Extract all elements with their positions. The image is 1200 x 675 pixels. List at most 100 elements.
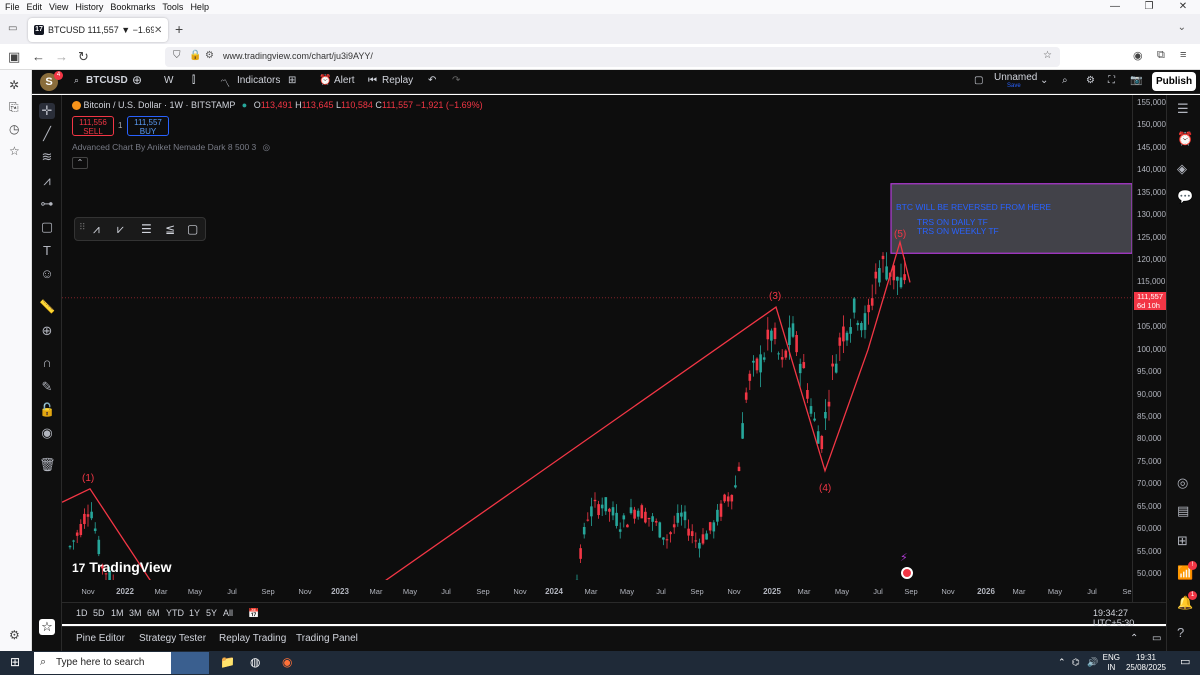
layout-name[interactable]: Unnamed bbox=[994, 72, 1037, 83]
fullscreen-icon[interactable]: ⛶ bbox=[1108, 75, 1115, 86]
icons-tool-icon[interactable]: ☺ bbox=[39, 266, 55, 281]
undo-icon[interactable]: ↶ bbox=[428, 75, 436, 86]
tab-trading-panel[interactable]: Trading Panel bbox=[296, 633, 358, 644]
expand-panel-icon[interactable]: ⌃ bbox=[1130, 633, 1138, 644]
remove-drawings-icon[interactable]: 🗑 bbox=[39, 457, 56, 473]
favorites-star-icon[interactable]: ☆ bbox=[39, 619, 55, 635]
replay-button[interactable]: Replay bbox=[382, 75, 413, 86]
tab-close-icon[interactable]: ✕ bbox=[154, 25, 162, 36]
indicator-legend[interactable]: Advanced Chart By Aniket Nemade Dark 8 5… bbox=[72, 142, 270, 153]
menu-edit[interactable]: Edit bbox=[27, 2, 43, 12]
file-explorer-icon[interactable]: 📁 bbox=[220, 655, 235, 669]
crosshair-icon[interactable]: ✛ bbox=[39, 103, 55, 119]
tray-overflow-icon[interactable]: ⌃ bbox=[1058, 657, 1066, 668]
lock-drawings-icon[interactable]: 🔓 bbox=[39, 402, 55, 418]
help-icon[interactable]: ? bbox=[1177, 625, 1184, 640]
buy-button[interactable]: 111,557 BUY bbox=[127, 116, 169, 136]
lock-icon[interactable]: 🔒 bbox=[189, 50, 201, 61]
wave-tool-1-icon[interactable]: ⩘ bbox=[93, 222, 100, 237]
pattern-tool-icon[interactable]: ⩘ bbox=[39, 173, 55, 189]
rectangle-tool-icon[interactable]: ▢ bbox=[187, 222, 198, 236]
bookmarks-icon[interactable]: ☆ bbox=[9, 144, 20, 158]
symbol-name[interactable]: BTCUSD bbox=[86, 75, 128, 86]
snapshot-icon[interactable]: 📷 bbox=[1130, 75, 1142, 86]
fib-tool-icon[interactable]: ≋ bbox=[39, 149, 55, 165]
firefox-icon[interactable]: ◉ bbox=[282, 655, 292, 669]
url-bar[interactable]: ⛉ 🔒 ⚙ www.tradingview.com/chart/ju3i9AYY… bbox=[165, 47, 1060, 67]
tab-dropdown-icon[interactable]: ⌄ bbox=[1178, 22, 1186, 33]
event-icon[interactable]: ⚡ bbox=[900, 551, 908, 564]
layout-save-label[interactable]: Save bbox=[1007, 83, 1021, 89]
menu-view[interactable]: View bbox=[49, 2, 68, 12]
back-icon[interactable]: ← bbox=[32, 49, 45, 64]
notification-center-icon[interactable]: ▭ bbox=[1180, 655, 1190, 668]
permissions-icon[interactable]: ⚙ bbox=[205, 50, 214, 61]
alerts-icon[interactable]: ⏰ bbox=[1177, 131, 1193, 147]
watchlist-icon[interactable]: ☰ bbox=[1177, 101, 1189, 117]
compare-symbol-icon[interactable]: ⊕ bbox=[132, 73, 142, 87]
menu-help[interactable]: Help bbox=[190, 2, 209, 12]
price-chart[interactable]: BTC WILL BE REVERSED FROM HERETRS ON DAI… bbox=[62, 95, 1132, 580]
text-tool-icon[interactable]: T bbox=[39, 243, 55, 258]
menu-tools[interactable]: Tools bbox=[162, 2, 183, 12]
app-menu-icon[interactable]: ≡ bbox=[1180, 49, 1186, 61]
calendar-icon[interactable]: ▤ bbox=[1177, 503, 1189, 519]
indicators-button[interactable]: Indicators bbox=[237, 75, 280, 86]
menu-file[interactable]: File bbox=[5, 2, 20, 12]
alert-button[interactable]: Alert bbox=[334, 75, 355, 86]
collapse-legend-icon[interactable]: ⌃ bbox=[72, 157, 88, 169]
tab-btcusd[interactable]: 17 BTCUSD 111,557 ▼ −1.69% Un ✕ bbox=[28, 18, 168, 42]
wave-tool-2-icon[interactable]: ⩗ bbox=[117, 222, 124, 237]
legend-title[interactable]: Bitcoin / U.S. Dollar · 1W · BITSTAMP bbox=[84, 100, 236, 110]
bookmark-star-icon[interactable]: ☆ bbox=[1043, 50, 1052, 61]
apps-icon[interactable]: ⊞ bbox=[1177, 533, 1188, 549]
templates-icon[interactable]: ⊞ bbox=[288, 75, 296, 86]
sell-button[interactable]: 111,556 SELL bbox=[72, 116, 114, 136]
price-axis[interactable]: 50,000 55,000 60,000 65,000 70,000 75,000 80,0… bbox=[1132, 95, 1167, 602]
taskbar-search[interactable]: ⌕ Type here to search bbox=[34, 652, 209, 674]
extensions-icon[interactable]: ⧉ bbox=[1157, 49, 1165, 62]
input-language[interactable]: ENG IN bbox=[1103, 653, 1120, 673]
sidebar-toggle-icon[interactable]: ▣ bbox=[8, 49, 20, 65]
drag-handle-icon[interactable]: ⠿ bbox=[79, 222, 86, 233]
chart-settings-icon[interactable]: ⚙ bbox=[1086, 75, 1095, 86]
eye-icon[interactable]: ◎ bbox=[263, 142, 270, 152]
chat-icon[interactable]: 💬 bbox=[1177, 189, 1193, 205]
range-5d[interactable]: 5D bbox=[93, 608, 105, 618]
shapes-tool-icon[interactable]: ▢ bbox=[39, 219, 55, 235]
tab-replay-trading[interactable]: Replay Trading bbox=[219, 633, 286, 644]
quick-search-icon[interactable]: ⌕ bbox=[1062, 75, 1068, 86]
layout-icon[interactable]: ▢ bbox=[974, 75, 983, 86]
target-icon[interactable]: ◎ bbox=[1177, 475, 1188, 491]
chart-type-icon[interactable]: ⫿ bbox=[192, 75, 195, 86]
measure-icon[interactable]: 📏 bbox=[39, 299, 55, 315]
tab-pine-editor[interactable]: Pine Editor bbox=[76, 633, 125, 644]
chrome-icon[interactable]: ◍ bbox=[250, 655, 260, 669]
hide-drawings-icon[interactable]: ◉ bbox=[39, 425, 55, 441]
tab-list-icon[interactable]: ▭ bbox=[8, 23, 17, 34]
sidebar-settings-icon[interactable]: ⚙ bbox=[9, 628, 20, 642]
history-icon[interactable]: ◷ bbox=[9, 122, 19, 136]
replay-icon[interactable]: ⏮ bbox=[368, 75, 377, 86]
synced-tabs-icon[interactable]: ⎘ bbox=[9, 100, 19, 115]
range-1y[interactable]: 1Y bbox=[189, 608, 200, 618]
alert-icon[interactable]: ⏰ bbox=[319, 75, 331, 86]
range-all[interactable]: All bbox=[223, 608, 233, 618]
fib-lines-icon[interactable]: ≦ bbox=[165, 222, 175, 236]
account-icon[interactable]: ◉ bbox=[1133, 49, 1143, 62]
menu-bookmarks[interactable]: Bookmarks bbox=[110, 2, 155, 12]
range-1d[interactable]: 1D bbox=[76, 608, 88, 618]
close-icon[interactable]: ✕ bbox=[1166, 0, 1200, 14]
goto-date-icon[interactable]: 📅 bbox=[248, 608, 259, 619]
forward-icon[interactable]: → bbox=[55, 49, 68, 64]
symbol-search-icon[interactable]: ⌕ bbox=[74, 75, 79, 86]
reload-icon[interactable]: ↻ bbox=[78, 49, 89, 65]
restore-icon[interactable]: ❐ bbox=[1132, 0, 1166, 14]
maximize-panel-icon[interactable]: ▭ bbox=[1152, 633, 1161, 644]
stay-in-drawing-mode-icon[interactable]: ✎ bbox=[39, 379, 55, 395]
layout-dropdown-icon[interactable]: ⌄ bbox=[1040, 75, 1048, 86]
utc-clock[interactable]: 19:34:27 UTC+5:30 bbox=[1093, 608, 1166, 628]
object-tree-icon[interactable]: ◈ bbox=[1177, 161, 1187, 177]
new-tab-icon[interactable]: + bbox=[175, 21, 183, 37]
range-ytd[interactable]: YTD bbox=[166, 608, 184, 618]
